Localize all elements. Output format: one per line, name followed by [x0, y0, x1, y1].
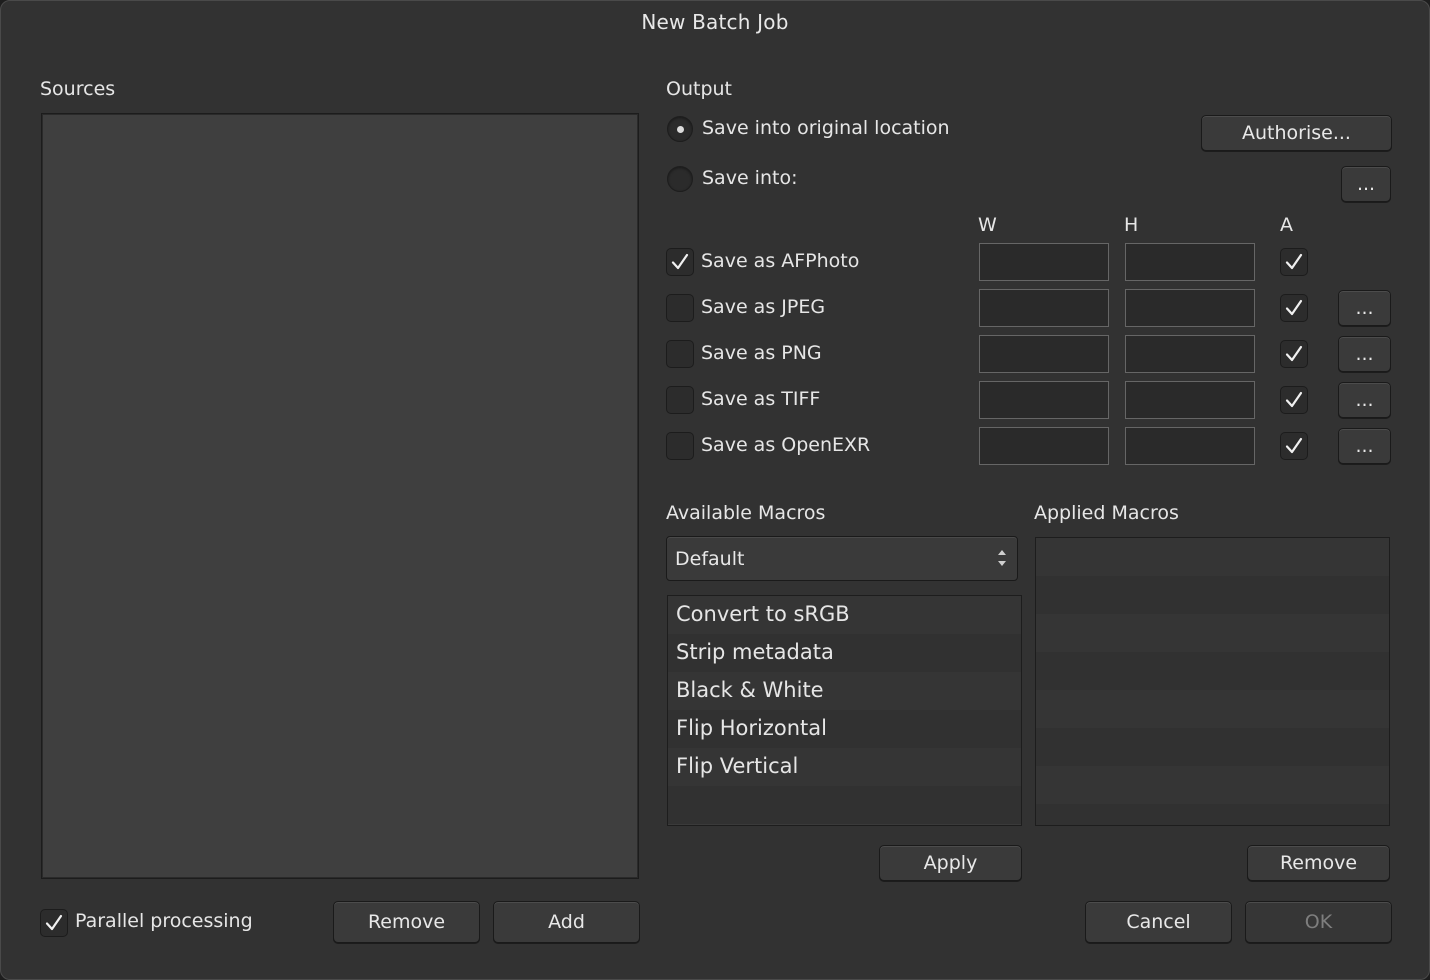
format-label: Save as JPEG	[701, 296, 826, 318]
sources-list[interactable]	[41, 113, 639, 879]
macro-list-item[interactable]: Convert to sRGB	[668, 596, 1021, 634]
checkmark-icon	[1285, 299, 1303, 316]
applied-macros-list[interactable]	[1035, 537, 1390, 826]
save-into-label: Save into:	[702, 167, 798, 189]
ok-button[interactable]: OK	[1245, 901, 1392, 943]
format-enable-checkbox[interactable]	[666, 248, 694, 276]
save-original-label: Save into original location	[702, 117, 950, 139]
format-height-input[interactable]	[1125, 289, 1255, 327]
applied-macro-row	[1036, 576, 1389, 614]
format-alpha-checkbox[interactable]	[1280, 294, 1308, 322]
checkmark-icon	[1285, 437, 1303, 454]
format-label: Save as AFPhoto	[701, 250, 860, 272]
parallel-processing-checkbox[interactable]	[40, 909, 68, 937]
macro-list-item[interactable]: Strip metadata	[668, 634, 1021, 672]
checkmark-icon	[45, 914, 63, 931]
applied-macros-heading: Applied Macros	[1034, 502, 1179, 524]
applied-macro-row	[1036, 614, 1389, 652]
checkmark-icon	[1285, 391, 1303, 408]
format-alpha-checkbox[interactable]	[1280, 248, 1308, 276]
save-into-radio[interactable]	[667, 166, 693, 192]
format-label: Save as TIFF	[701, 388, 821, 410]
applied-macro-row	[1036, 690, 1389, 728]
applied-macro-row	[1036, 652, 1389, 690]
format-height-input[interactable]	[1125, 335, 1255, 373]
applied-macro-row	[1036, 766, 1389, 804]
applied-macro-row	[1036, 804, 1389, 825]
dialog-title: New Batch Job	[641, 10, 789, 34]
add-source-button[interactable]: Add	[493, 901, 640, 943]
format-width-input[interactable]	[979, 427, 1109, 465]
macro-list-item[interactable]: Black & White	[668, 672, 1021, 710]
macro-list-item[interactable]: Flip Vertical	[668, 748, 1021, 786]
remove-macro-button[interactable]: Remove	[1247, 845, 1390, 881]
format-enable-checkbox[interactable]	[666, 386, 694, 414]
format-enable-checkbox[interactable]	[666, 294, 694, 322]
format-height-input[interactable]	[1125, 427, 1255, 465]
format-enable-checkbox[interactable]	[666, 340, 694, 368]
macro-list-item[interactable]: Flip Horizontal	[668, 710, 1021, 748]
width-column-header: W	[978, 214, 997, 236]
output-heading: Output	[666, 78, 732, 100]
format-label: Save as OpenEXR	[701, 434, 871, 456]
format-height-input[interactable]	[1125, 243, 1255, 281]
macro-list-item	[668, 786, 1021, 824]
checkmark-icon	[1285, 345, 1303, 362]
available-macros-list[interactable]: Convert to sRGB Strip metadata Black & Whi…	[667, 595, 1022, 826]
checkmark-icon	[671, 253, 689, 270]
format-width-input[interactable]	[979, 289, 1109, 327]
parallel-processing-label: Parallel processing	[75, 910, 253, 932]
format-options-button[interactable]: ...	[1338, 290, 1391, 326]
height-column-header: H	[1124, 214, 1139, 236]
format-label: Save as PNG	[701, 342, 822, 364]
applied-macro-row	[1036, 538, 1389, 576]
format-width-input[interactable]	[979, 381, 1109, 419]
format-options-button[interactable]: ...	[1338, 428, 1391, 464]
updown-chevron-icon	[998, 550, 1006, 566]
authorise-button[interactable]: Authorise...	[1201, 115, 1392, 151]
format-options-button[interactable]: ...	[1338, 382, 1391, 418]
macro-category-value: Default	[675, 547, 745, 570]
format-height-input[interactable]	[1125, 381, 1255, 419]
format-alpha-checkbox[interactable]	[1280, 340, 1308, 368]
applied-macro-row	[1036, 728, 1389, 766]
browse-folder-button[interactable]: ...	[1341, 166, 1391, 202]
save-original-radio[interactable]	[667, 116, 693, 142]
format-width-input[interactable]	[979, 243, 1109, 281]
format-enable-checkbox[interactable]	[666, 432, 694, 460]
format-options-button[interactable]: ...	[1338, 336, 1391, 372]
checkmark-icon	[1285, 253, 1303, 270]
cancel-button[interactable]: Cancel	[1085, 901, 1232, 943]
remove-source-button[interactable]: Remove	[333, 901, 480, 943]
alpha-column-header: A	[1280, 214, 1293, 236]
format-alpha-checkbox[interactable]	[1280, 386, 1308, 414]
apply-macro-button[interactable]: Apply	[879, 845, 1022, 881]
format-alpha-checkbox[interactable]	[1280, 432, 1308, 460]
available-macros-heading: Available Macros	[666, 502, 826, 524]
macro-category-dropdown[interactable]: Default	[666, 536, 1018, 581]
new-batch-job-dialog: New Batch Job Sources Output Save into o…	[0, 0, 1430, 980]
format-width-input[interactable]	[979, 335, 1109, 373]
sources-heading: Sources	[40, 78, 116, 100]
